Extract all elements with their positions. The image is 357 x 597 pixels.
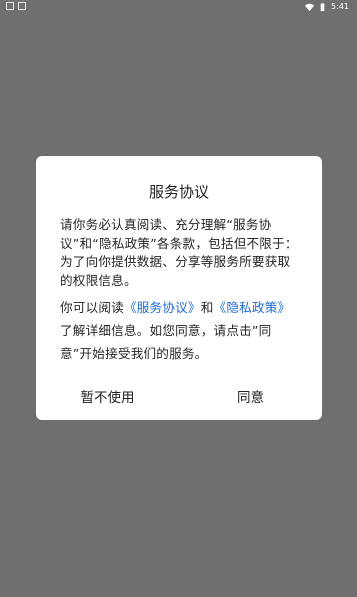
privacy-policy-link[interactable]: 《隐私政策》 (214, 300, 291, 315)
status-time: 5:41 (331, 2, 349, 11)
links-suffix: 了解详细信息。如您同意，请点击”同意”开始接受我们的服务。 (60, 323, 272, 361)
screen: 5:41 服务协议 请你务必认真阅读、充分理解“服务协议”和“隐私政策”各条款，… (0, 0, 357, 597)
agreement-paragraph: 请你务必认真阅读、充分理解“服务协议”和“隐私政策”各条款，包括但不限于：为了向… (60, 217, 298, 288)
app-notification-icon (6, 2, 14, 10)
agreement-links-paragraph: 你可以阅读《服务协议》和《隐私政策》了解详细信息。如您同意，请点击”同意”开始接… (60, 296, 300, 365)
links-prefix: 你可以阅读 (60, 300, 124, 315)
app-notification-icon-2 (18, 2, 26, 10)
dialog-buttons: 暂不使用 同意 (36, 376, 322, 420)
privacy-agreement-dialog: 服务协议 请你务必认真阅读、充分理解“服务协议”和“隐私政策”各条款，包括但不限… (36, 156, 322, 420)
service-agreement-link[interactable]: 《服务协议》 (124, 300, 201, 315)
dialog-body: 请你务必认真阅读、充分理解“服务协议”和“隐私政策”各条款，包括但不限于：为了向… (60, 216, 300, 365)
accept-button[interactable]: 同意 (179, 376, 322, 420)
wifi-icon (305, 3, 315, 11)
dialog-title: 服务协议 (148, 183, 209, 201)
battery-icon (320, 2, 325, 11)
decline-button[interactable]: 暂不使用 (36, 376, 179, 420)
status-bar: 5:41 (0, 0, 357, 14)
links-middle: 和 (200, 300, 214, 315)
status-right: 5:41 (305, 0, 349, 14)
status-left (6, 2, 26, 10)
